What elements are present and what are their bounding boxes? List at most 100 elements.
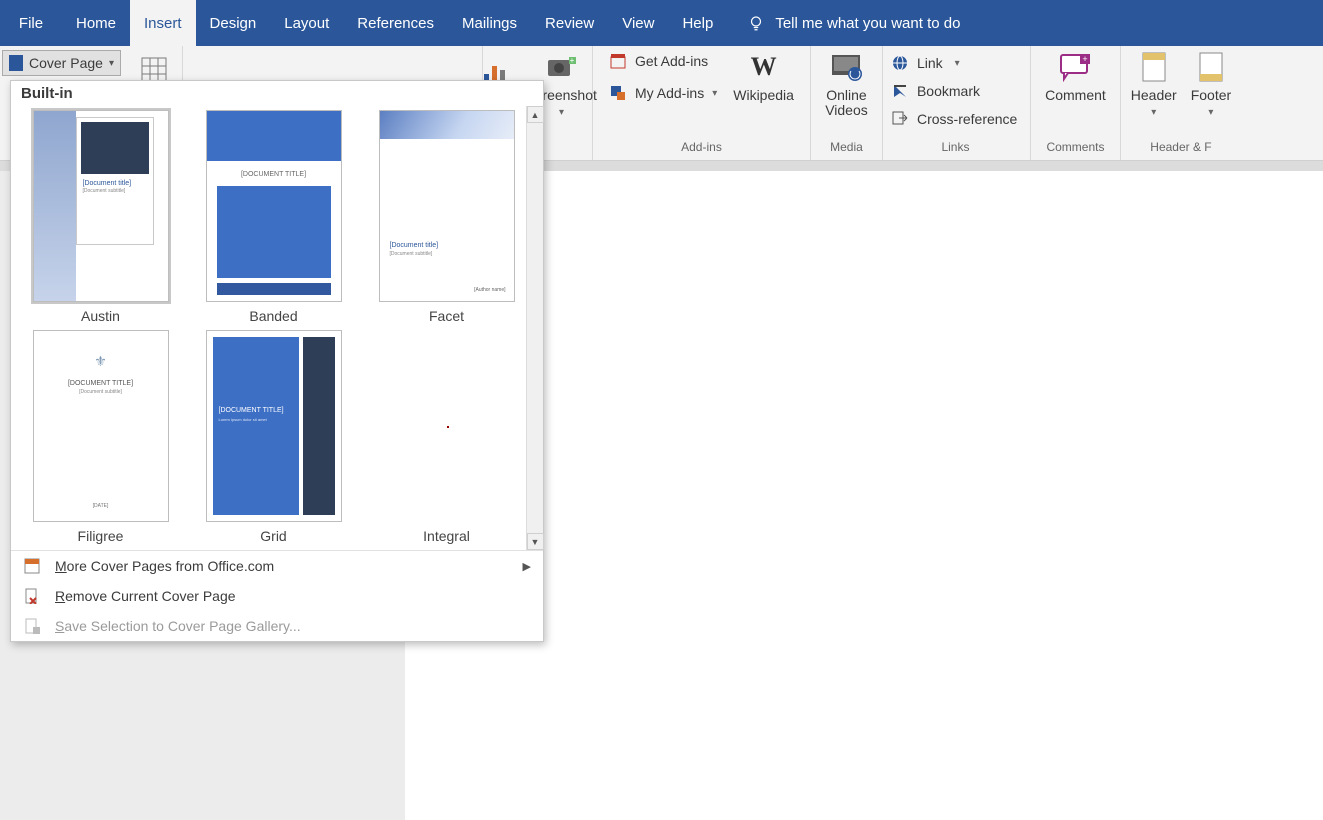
cross-reference-label: Cross-reference [917, 111, 1017, 127]
save-to-gallery-label: Save Selection to Cover Page Gallery... [55, 618, 301, 634]
ribbon-tab-bar: File Home Insert Design Layout Reference… [0, 0, 1323, 46]
get-addins-label: Get Add-ins [635, 53, 708, 69]
tab-mailings[interactable]: Mailings [448, 0, 531, 46]
thumb-title: [Document title] [83, 180, 147, 187]
wikipedia-icon: W [747, 50, 781, 84]
link-icon [891, 54, 909, 72]
remove-cover-page-label: Remove Current Cover Page [55, 588, 236, 604]
thumb-label: Filigree [78, 528, 124, 544]
link-button[interactable]: Link ▾ [891, 52, 1020, 74]
footer-button[interactable]: Footer ▾ [1191, 50, 1231, 119]
tab-view[interactable]: View [608, 0, 668, 46]
online-videos-button[interactable]: Online Videos [825, 50, 868, 119]
cover-page-gallery: Built-in [Document title] [Document subt… [10, 80, 544, 642]
scroll-up-icon[interactable]: ▲ [527, 106, 544, 123]
footer-label: Footer [1191, 87, 1231, 103]
link-label: Link [917, 55, 943, 71]
thumb-subtitle: [Document subtitle] [83, 188, 147, 194]
thumb-title: [DOCUMENT TITLE] [229, 171, 319, 178]
thumb-facet: [Document title] [Document subtitle] [Au… [379, 110, 515, 302]
thumb-grid: [DOCUMENT TITLE]Lorem ipsum dolor sit am… [206, 330, 342, 522]
tab-help[interactable]: Help [668, 0, 727, 46]
thumb-banded: [DOCUMENT TITLE] [206, 110, 342, 302]
footer-icon [1194, 50, 1228, 84]
thumb-subtitle: [Document subtitle] [390, 251, 433, 257]
group-hf-label: Header & F [1150, 140, 1211, 158]
addins-icon [609, 84, 627, 102]
thumb-title: [DOCUMENT TITLE] [34, 380, 168, 387]
gallery-item-austin[interactable]: [Document title] [Document subtitle] Aus… [29, 110, 172, 324]
thumb-label: Facet [429, 308, 464, 324]
tab-references[interactable]: References [343, 0, 448, 46]
group-media-label: Media [830, 140, 863, 158]
lightbulb-icon [747, 14, 765, 32]
chevron-down-icon: ▾ [1208, 107, 1213, 118]
tab-home[interactable]: Home [62, 0, 130, 46]
thumb-title: [Document title] [390, 242, 439, 249]
thumb-label: Banded [249, 308, 297, 324]
online-videos-label: Online Videos [825, 88, 868, 119]
cross-reference-button[interactable]: Cross-reference [891, 108, 1020, 130]
chevron-down-icon: ▾ [559, 107, 564, 118]
tell-me[interactable]: Tell me what you want to do [747, 0, 960, 46]
gallery-scrollbar[interactable]: ▲ ▼ [526, 106, 543, 550]
thumb-label: Grid [260, 528, 286, 544]
thumb-austin: [Document title] [Document subtitle] [33, 110, 169, 302]
more-cover-pages[interactable]: More Cover Pages from Office.com ▶ [11, 551, 543, 581]
my-addins-button[interactable]: My Add-ins ▾ [609, 82, 717, 104]
bookmark-icon [891, 82, 909, 100]
gallery-item-banded[interactable]: [DOCUMENT TITLE] Banded [202, 110, 345, 324]
gallery-item-filigree[interactable]: ⚜ [DOCUMENT TITLE] [Document subtitle] [… [29, 330, 172, 544]
chevron-down-icon: ▾ [1151, 107, 1156, 118]
thumb-subtitle: [Document subtitle] [34, 389, 168, 395]
svg-text:+: + [1083, 54, 1088, 64]
remove-cover-page[interactable]: Remove Current Cover Page [11, 581, 543, 611]
office-icon [23, 557, 41, 575]
tab-design[interactable]: Design [196, 0, 271, 46]
thumb-title: [DOCUMENT TITLE] [219, 407, 293, 414]
remove-icon [23, 587, 41, 605]
group-links-label: Links [941, 140, 969, 158]
comment-button[interactable]: + Comment [1045, 50, 1106, 103]
tab-file[interactable]: File [0, 0, 62, 46]
header-button[interactable]: Header▾ [1131, 50, 1177, 119]
save-gallery-icon [23, 617, 41, 635]
tab-insert[interactable]: Insert [130, 0, 196, 46]
thumb-author: [Author name] [474, 287, 505, 293]
thumb-label: Austin [81, 308, 120, 324]
bookmark-label: Bookmark [917, 83, 980, 99]
submenu-arrow-icon: ▶ [523, 560, 531, 573]
save-to-gallery: Save Selection to Cover Page Gallery... [11, 611, 543, 641]
wikipedia-button[interactable]: W Wikipedia [733, 50, 794, 103]
thumb-integral [379, 330, 515, 522]
gallery-item-grid[interactable]: [DOCUMENT TITLE]Lorem ipsum dolor sit am… [202, 330, 345, 544]
wikipedia-label: Wikipedia [733, 88, 794, 103]
tab-review[interactable]: Review [531, 0, 608, 46]
cover-page-label: Cover Page [29, 55, 103, 71]
more-cover-pages-label: More Cover Pages from Office.com [55, 558, 274, 574]
cover-page-button[interactable]: Cover Page ▾ [2, 50, 121, 76]
store-icon [609, 52, 627, 70]
chevron-down-icon: ▾ [109, 58, 114, 69]
bookmark-button[interactable]: Bookmark [891, 80, 1020, 102]
gallery-item-facet[interactable]: [Document title] [Document subtitle] [Au… [375, 110, 518, 324]
comment-label: Comment [1045, 88, 1106, 103]
svg-text:+: + [570, 56, 575, 65]
tab-layout[interactable]: Layout [270, 0, 343, 46]
screenshot-icon: + [544, 50, 578, 84]
header-icon [1137, 50, 1171, 84]
get-addins-button[interactable]: Get Add-ins [609, 50, 717, 72]
my-addins-label: My Add-ins [635, 85, 704, 101]
group-addins-label: Add-ins [681, 140, 722, 158]
gallery-header: Built-in [11, 81, 543, 106]
chevron-down-icon: ▾ [955, 58, 960, 69]
online-video-icon [829, 50, 863, 84]
scroll-down-icon[interactable]: ▼ [527, 533, 544, 550]
tell-me-label: Tell me what you want to do [775, 15, 960, 32]
thumb-label: Integral [423, 528, 470, 544]
chevron-down-icon: ▾ [712, 88, 717, 99]
comment-icon: + [1058, 50, 1092, 84]
thumb-date: [DATE] [34, 503, 168, 509]
cover-page-icon [9, 55, 23, 71]
gallery-item-integral[interactable]: Integral [375, 330, 518, 544]
